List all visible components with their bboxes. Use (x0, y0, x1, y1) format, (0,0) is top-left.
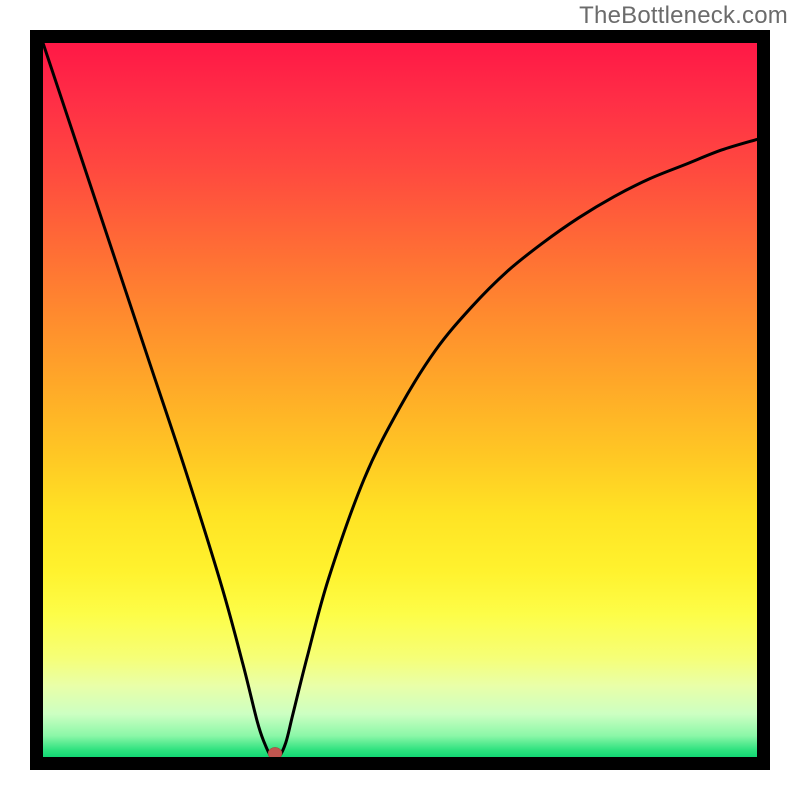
chart-frame: TheBottleneck.com (0, 0, 800, 800)
chart-svg (43, 43, 757, 757)
minimum-marker (268, 747, 282, 757)
plot-area (43, 43, 757, 757)
watermark-text: TheBottleneck.com (579, 2, 788, 30)
bottleneck-curve (43, 43, 757, 757)
plot-border (30, 30, 770, 770)
